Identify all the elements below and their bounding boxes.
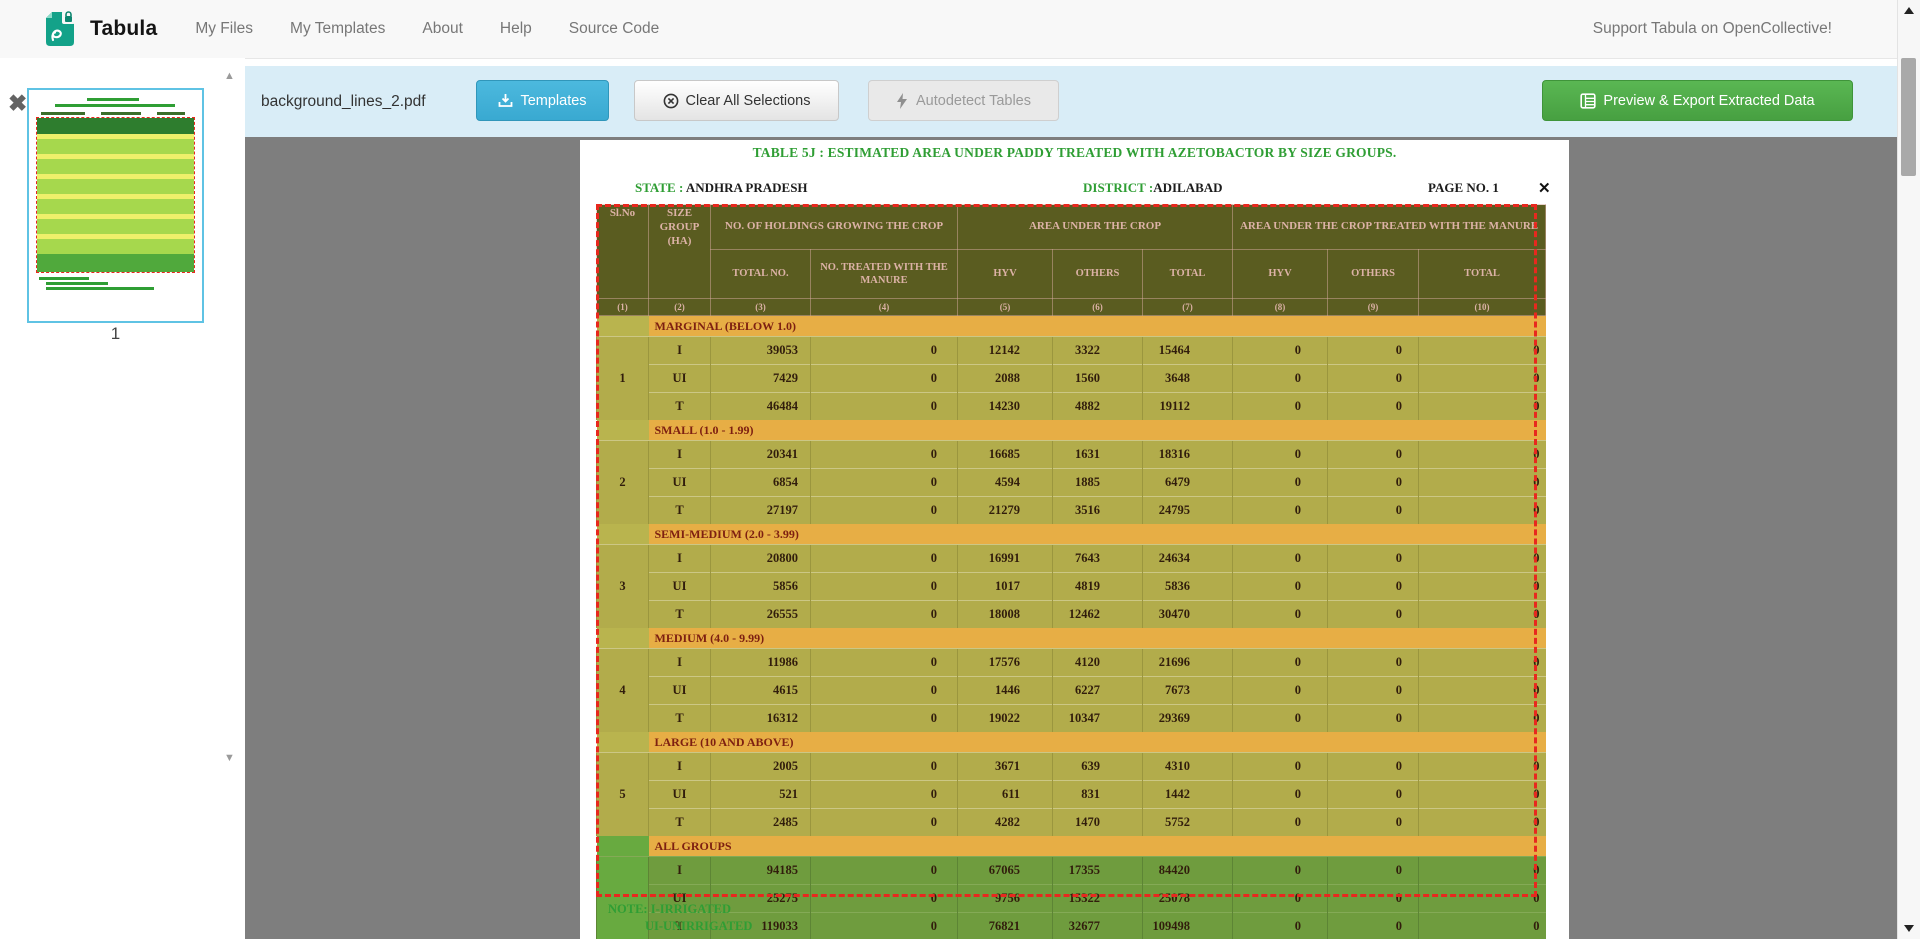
thumbnail-text-line (41, 112, 85, 115)
pdf-note-line-2: UI-UNIRRIGATED (645, 919, 752, 934)
thumbnail-table (37, 118, 194, 272)
vertical-scrollbar[interactable] (1897, 0, 1920, 939)
thumbnail-text-line (101, 112, 141, 115)
thumbnail-page-number: 1 (27, 324, 204, 344)
table-selection-overlay[interactable] (596, 204, 1537, 897)
nav-help[interactable]: Help (500, 20, 532, 38)
brand-link[interactable]: Tabula (44, 10, 157, 48)
navbar: Tabula My Files My Templates About Help … (0, 0, 1920, 59)
thumbnail-text-line (87, 98, 139, 101)
table-cell: 0 (1233, 913, 1328, 939)
circle-x-icon (663, 93, 679, 109)
preview-export-button[interactable]: Preview & Export Extracted Data (1542, 80, 1853, 121)
nav-my-templates[interactable]: My Templates (290, 20, 385, 38)
scroll-down-icon[interactable] (1904, 925, 1914, 932)
thumbnail-note-line (39, 277, 89, 280)
pdf-page-canvas[interactable]: TABLE 5J : ESTIMATED AREA UNDER PADDY TR… (580, 140, 1569, 939)
pdf-table-title: TABLE 5J : ESTIMATED AREA UNDER PADDY TR… (580, 145, 1569, 161)
clear-all-selections-label: Clear All Selections (686, 93, 811, 109)
page-thumbnail[interactable] (27, 88, 204, 323)
autodetect-tables-label: Autodetect Tables (916, 93, 1031, 109)
remove-file-icon[interactable]: ✖ (8, 92, 27, 115)
thumbnail-selection-outline (36, 117, 195, 273)
thumbnail-text-line (55, 104, 175, 107)
filename-label: background_lines_2.pdf (261, 66, 426, 137)
templates-label: Templates (520, 93, 586, 109)
district-label: DISTRICT : (1083, 180, 1153, 195)
district-field: DISTRICT :ADILABAD (1083, 180, 1223, 196)
brand-title: Tabula (90, 17, 157, 41)
tabula-logo-icon (44, 10, 76, 48)
table-cell: 0 (1419, 913, 1546, 939)
nav-about[interactable]: About (422, 20, 463, 38)
page-no-label: PAGE NO. 1 (1428, 180, 1499, 196)
table-cell: 76821 (958, 913, 1053, 939)
thumbnail-text-line (157, 112, 185, 115)
table-cell: 109498 (1143, 913, 1233, 939)
nav-source-code[interactable]: Source Code (569, 20, 659, 38)
delete-selection-icon[interactable]: ✕ (1538, 179, 1551, 197)
sidebar-scroll-down-icon[interactable]: ▼ (224, 752, 235, 764)
pdf-note-line-1: NOTE: I-IRRIGATED (608, 902, 731, 917)
state-label: STATE : (635, 180, 683, 195)
state-value: ANDHRA PRADESH (686, 180, 808, 195)
templates-button[interactable]: Templates (476, 80, 609, 121)
autodetect-tables-button[interactable]: Autodetect Tables (868, 80, 1059, 121)
sidebar-scroll-up-icon[interactable]: ▲ (224, 70, 235, 82)
save-template-icon (498, 93, 513, 108)
clear-all-selections-button[interactable]: Clear All Selections (634, 80, 839, 121)
district-value: ADILABAD (1153, 180, 1222, 195)
table-cell: 0 (811, 913, 958, 939)
support-link[interactable]: Support Tabula on OpenCollective! (1593, 20, 1832, 38)
table-cell: 32677 (1053, 913, 1143, 939)
nav-my-files[interactable]: My Files (195, 20, 253, 38)
scroll-up-icon[interactable] (1904, 7, 1914, 14)
table-cell: 0 (1328, 913, 1419, 939)
preview-export-label: Preview & Export Extracted Data (1603, 93, 1814, 109)
thumbnail-note-line (46, 282, 108, 285)
pdf-viewer-area: TABLE 5J : ESTIMATED AREA UNDER PADDY TR… (245, 137, 1897, 939)
table-list-icon (1580, 93, 1596, 109)
thumbnail-note-line (46, 287, 154, 290)
lightning-icon (896, 93, 909, 109)
nav-links: My Files My Templates About Help Source … (195, 20, 696, 38)
page-thumbnail-sidebar: ✖ 1 ▲ ▼ (0, 58, 245, 939)
toolbar: background_lines_2.pdf Templates Clear A… (245, 66, 1897, 137)
scrollbar-thumb[interactable] (1901, 58, 1916, 176)
state-field: STATE : ANDHRA PRADESH (635, 180, 808, 196)
